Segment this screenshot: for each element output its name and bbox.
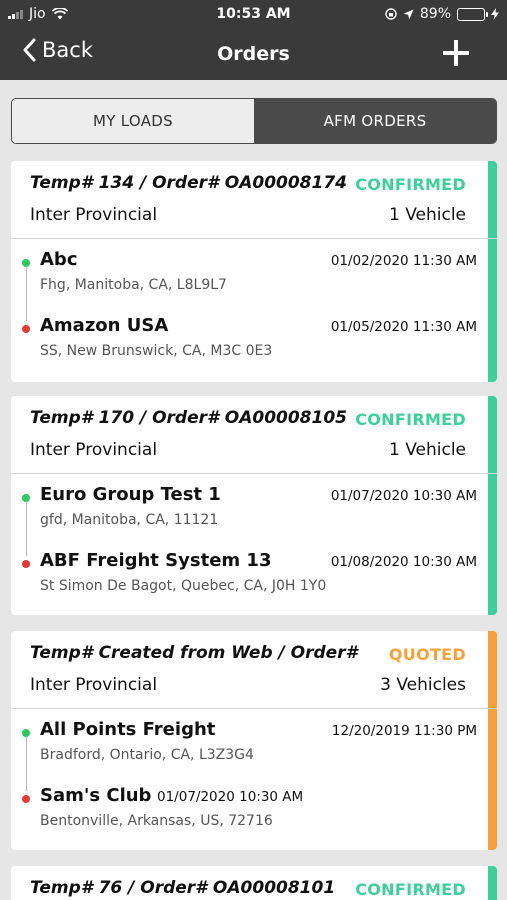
dropoff-date: 01/08/2020 10:30 AM bbox=[330, 554, 477, 570]
orders-segmented-control: MY LOADS AFM ORDERS bbox=[11, 98, 497, 144]
vehicle-count: 3 Vehicles bbox=[380, 675, 466, 695]
order-header: Temp# Created from Web / Order# T… QUOTE… bbox=[11, 631, 497, 709]
pickup-dot-icon bbox=[22, 494, 30, 502]
pickup-date: 12/20/2019 11:30 PM bbox=[331, 723, 477, 739]
pickup-date: 01/07/2020 10:30 AM bbox=[330, 488, 477, 504]
charging-bolt-icon bbox=[491, 8, 499, 20]
dropoff-date: 01/05/2020 11:30 AM bbox=[330, 319, 477, 335]
vehicle-count: 1 Vehicle bbox=[388, 205, 466, 225]
order-type: Inter Provincial bbox=[30, 440, 158, 460]
vehicle-count: 1 Vehicle bbox=[388, 440, 466, 460]
pickup-address: Bradford, Ontario, CA, L3Z3G4 bbox=[40, 747, 254, 763]
nav-bar: Back Orders bbox=[0, 28, 507, 80]
order-title: Temp# 170 / Order# OA00008105 bbox=[30, 408, 347, 428]
location-arrow-icon bbox=[403, 9, 414, 19]
order-header: Temp# 134 / Order# OA00008174 CONFIRMED … bbox=[11, 161, 497, 239]
dropoff-date: 01/07/2020 10:30 AM bbox=[157, 789, 304, 805]
order-header: Temp# 170 / Order# OA00008105 CONFIRMED … bbox=[11, 396, 497, 474]
order-route: Abc 01/02/2020 11:30 AM Fhg, Manitoba, C… bbox=[11, 239, 497, 379]
order-type: Inter Provincial bbox=[30, 675, 158, 695]
battery-icon bbox=[457, 7, 488, 21]
dropoff-name: ABF Freight System 13 bbox=[40, 550, 272, 571]
battery-percent: 89% bbox=[419, 6, 451, 22]
pickup-address: Fhg, Manitoba, CA, L8L9L7 bbox=[40, 277, 227, 293]
status-badge: CONFIRMED bbox=[355, 175, 466, 194]
dropoff-name: Amazon USA bbox=[40, 315, 169, 336]
status-bar: Jio 10:53 AM 89% bbox=[0, 0, 507, 28]
status-right: 89% bbox=[385, 6, 499, 22]
order-card[interactable]: Temp# 76 / Order# OA00008101 CONFIRMED bbox=[11, 866, 497, 900]
order-card[interactable]: Temp# Created from Web / Order# T… QUOTE… bbox=[11, 631, 497, 850]
page-title: Orders bbox=[217, 43, 290, 65]
pickup-name: All Points Freight bbox=[40, 719, 216, 740]
status-badge: QUOTED bbox=[388, 645, 466, 664]
order-header: Temp# 76 / Order# OA00008101 CONFIRMED bbox=[11, 866, 497, 900]
route-connector bbox=[25, 737, 27, 791]
order-route: Euro Group Test 1 01/07/2020 10:30 AM gf… bbox=[11, 474, 497, 614]
plus-icon[interactable] bbox=[443, 40, 469, 66]
pickup-name: Abc bbox=[40, 249, 78, 270]
tab-afm-orders[interactable]: AFM ORDERS bbox=[254, 99, 496, 143]
order-title: Temp# 134 / Order# OA00008174 bbox=[30, 173, 347, 193]
status-badge: CONFIRMED bbox=[355, 410, 466, 429]
order-route: All Points Freight 12/20/2019 11:30 PM B… bbox=[11, 709, 497, 849]
dropoff-dot-icon bbox=[22, 560, 30, 568]
dropoff-name: Sam's Club bbox=[40, 785, 152, 806]
rotation-lock-icon bbox=[385, 8, 397, 20]
pickup-name: Euro Group Test 1 bbox=[40, 484, 221, 505]
route-connector bbox=[25, 502, 27, 556]
status-badge: CONFIRMED bbox=[355, 880, 466, 899]
order-card[interactable]: Temp# 134 / Order# OA00008174 CONFIRMED … bbox=[11, 161, 497, 382]
dropoff-address: Bentonville, Arkansas, US, 72716 bbox=[40, 813, 273, 829]
dropoff-dot-icon bbox=[22, 795, 30, 803]
tab-my-loads[interactable]: MY LOADS bbox=[12, 99, 254, 143]
pickup-dot-icon bbox=[22, 259, 30, 267]
dropoff-dot-icon bbox=[22, 325, 30, 333]
order-type: Inter Provincial bbox=[30, 205, 158, 225]
order-card[interactable]: Temp# 170 / Order# OA00008105 CONFIRMED … bbox=[11, 396, 497, 615]
pickup-address: gfd, Manitoba, CA, 11121 bbox=[40, 512, 219, 528]
route-connector bbox=[25, 267, 27, 321]
pickup-date: 01/02/2020 11:30 AM bbox=[330, 253, 477, 269]
order-title: Temp# Created from Web / Order# T… bbox=[30, 643, 360, 663]
order-title: Temp# 76 / Order# OA00008101 bbox=[30, 878, 336, 898]
dropoff-address: SS, New Brunswick, CA, M3C 0E3 bbox=[40, 343, 273, 359]
pickup-dot-icon bbox=[22, 729, 30, 737]
dropoff-address: St Simon De Bagot, Quebec, CA, J0H 1Y0 bbox=[40, 578, 327, 594]
